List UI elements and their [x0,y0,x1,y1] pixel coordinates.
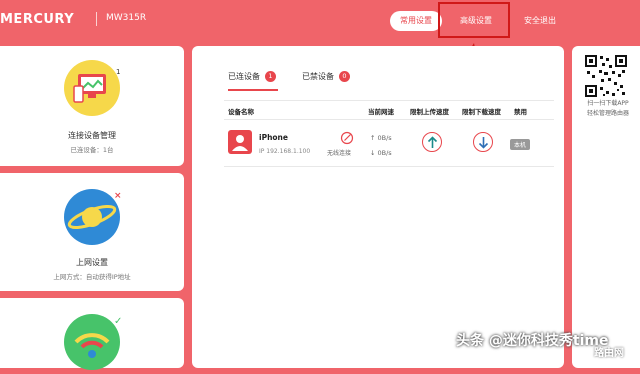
check-icon: ✓ [114,316,123,327]
device-panel: 已连设备 1 已禁设备 0 设备名称 当前网速 限制上传速度 限制下载速度 禁用 i… [192,46,564,368]
qr-card: 扫一扫下载APP 轻松管理路由器 [572,46,640,368]
card-title: 上网设置 [76,258,108,267]
column-header-device-name: 设备名称 [228,108,254,116]
tab-count-badge: 1 [265,71,276,82]
header-divider [224,119,554,120]
nav-common-settings[interactable]: 常用设置 [390,11,442,31]
device-name: iPhone [259,133,288,142]
connection-type: 无线连接 [327,150,352,157]
card-subtitle: 上网方式：自动获得IP地址 [53,273,131,281]
ban-status-badge: 本机 [510,139,531,150]
device-manager-icon [64,60,120,116]
arrow-down-icon [478,137,489,149]
column-header-upload-limit: 限制上传速度 [410,108,449,116]
globe-icon [64,189,120,245]
nav-logout[interactable]: 安全退出 [514,11,566,31]
active-tab-indicator [228,89,278,91]
column-header-download-limit: 限制下载速度 [462,108,501,116]
card-title: 连接设备管理 [68,131,116,140]
tab-banned-devices[interactable]: 已禁设备 0 [302,71,350,82]
download-limit-button[interactable] [473,132,493,152]
top-header: MERCURY MW315R 常用设置 高级设置 安全退出 [0,0,640,42]
tab-label: 已连设备 [228,72,260,81]
card-connected-devices[interactable]: 1 连接设备管理 已连设备：1台 [0,46,184,166]
wifi-icon [64,314,120,370]
user-avatar-icon [228,130,252,154]
highlight-box [438,2,510,38]
card-wireless-settings[interactable]: ✓ [0,298,184,370]
error-icon: × [114,191,122,201]
brand-logo: MERCURY [0,12,75,27]
tab-connected-devices[interactable]: 已连设备 1 [228,71,276,82]
device-count-badge: 1 [116,68,121,76]
model-name: MW315R [106,13,147,23]
qr-code [584,54,628,98]
upload-limit-button[interactable] [422,132,442,152]
watermark-text: 头条 @迷你科技秀time [456,333,609,349]
edit-icon[interactable] [340,130,354,145]
download-speed: ↓ 0B/s [370,149,392,157]
row-divider [224,166,554,167]
qr-caption-line2: 轻松管理路由器 [586,110,629,117]
logo-divider [96,12,97,26]
table-divider [224,100,554,101]
device-ip: IP 192.168.1.100 [259,148,311,155]
qr-caption-line1: 扫一扫下载APP [587,100,629,107]
tab-count-badge: 0 [339,71,350,82]
tab-label: 已禁设备 [302,72,334,81]
column-header-ban: 禁用 [514,108,527,116]
watermark-site: 路由网 [594,348,624,359]
upload-speed: ↑ 0B/s [370,134,392,142]
column-header-current-speed: 当前网速 [368,108,394,116]
arrow-up-icon [427,136,438,148]
card-internet-settings[interactable]: × 上网设置 上网方式：自动获得IP地址 [0,173,184,291]
card-subtitle: 已连设备：1台 [70,146,114,154]
